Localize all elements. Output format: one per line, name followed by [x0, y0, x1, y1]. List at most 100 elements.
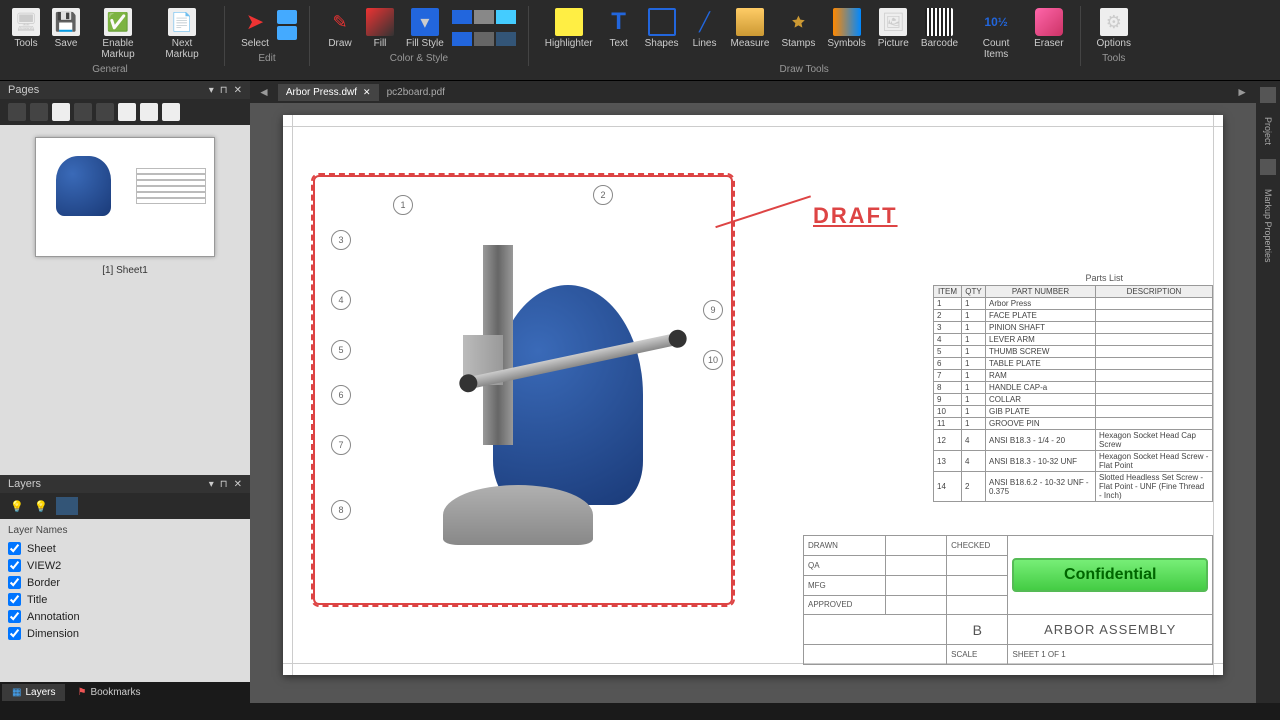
layer-row[interactable]: Sheet: [8, 540, 242, 557]
tab-bookmarks[interactable]: ⚑Bookmarks: [67, 684, 150, 701]
barcode-button[interactable]: Barcode: [917, 6, 962, 62]
style-swatch-4[interactable]: [452, 32, 472, 46]
layer-visibility-checkbox[interactable]: [8, 627, 21, 640]
next-markup-button[interactable]: 📄Next Markup: [152, 6, 212, 62]
pages-btn-5[interactable]: [96, 103, 114, 121]
layer-bulb-on-icon[interactable]: 💡: [8, 497, 26, 515]
pages-btn-8[interactable]: [162, 103, 180, 121]
table-row: 81HANDLE CAP-a: [934, 382, 1213, 394]
col-desc: DESCRIPTION: [1096, 286, 1213, 298]
layer-visibility-checkbox[interactable]: [8, 576, 21, 589]
layers-dropdown-icon[interactable]: ▾: [209, 479, 214, 490]
pages-btn-3[interactable]: [52, 103, 70, 121]
style-swatch-6[interactable]: [496, 32, 516, 46]
parts-list-title: Parts List: [1085, 273, 1123, 283]
doc-tab-2[interactable]: pc2board.pdf: [379, 84, 453, 101]
layers-list: Layer Names SheetVIEW2BorderTitleAnnotat…: [0, 519, 250, 682]
pages-btn-1[interactable]: [8, 103, 26, 121]
picture-icon: 🖼: [879, 8, 907, 36]
layer-row[interactable]: Title: [8, 591, 242, 608]
doc-tab-active[interactable]: Arbor Press.dwf✕: [278, 84, 379, 101]
shapes-icon: [648, 8, 676, 36]
layer-row[interactable]: Dimension: [8, 625, 242, 642]
table-row: 41LEVER ARM: [934, 334, 1213, 346]
layer-row[interactable]: Annotation: [8, 608, 242, 625]
table-row: 91COLLAR: [934, 394, 1213, 406]
lines-button[interactable]: ╱Lines: [687, 6, 723, 62]
layers-pin-icon[interactable]: ⊓: [220, 479, 228, 490]
fill-style-button[interactable]: ▾Fill Style: [402, 6, 448, 51]
pages-toolbar: [0, 99, 250, 125]
style-swatch-2[interactable]: [474, 10, 494, 24]
ribbon-group-color-style: ✎Draw Fill ▾Fill Style Color & Style: [322, 6, 516, 67]
tab-nav-left-icon[interactable]: ◄: [250, 85, 278, 99]
stamps-button[interactable]: 🟊Stamps: [777, 6, 819, 62]
options-button[interactable]: ⚙Options: [1093, 6, 1135, 51]
canvas-viewport[interactable]: DRAFT 1 2 3 4 5 6 7 8 9 10: [250, 103, 1256, 703]
pencil-icon: ✎: [326, 8, 354, 36]
pages-btn-6[interactable]: [118, 103, 136, 121]
layers-close-icon[interactable]: ✕: [234, 479, 242, 490]
measure-button[interactable]: Measure: [727, 6, 774, 62]
right-rail-icon-1[interactable]: [1260, 87, 1276, 103]
text-button[interactable]: TText: [601, 6, 637, 62]
picture-button[interactable]: 🖼Picture: [874, 6, 913, 62]
undo-button[interactable]: [277, 10, 297, 24]
symbols-button[interactable]: Symbols: [823, 6, 869, 62]
fill-style-icon: ▾: [411, 8, 439, 36]
right-tab-project[interactable]: Project: [1261, 111, 1275, 151]
pages-btn-2[interactable]: [30, 103, 48, 121]
select-button[interactable]: ➤Select: [237, 6, 273, 51]
thumb-label: [1] Sheet1: [12, 265, 238, 276]
left-sidebar: Pages ▾ ⊓ ✕ [1] Sheet1 Layers: [0, 81, 250, 703]
style-swatch-3[interactable]: [496, 10, 516, 24]
ruler-right: [1213, 115, 1223, 675]
draft-stamp[interactable]: DRAFT: [813, 203, 898, 229]
pages-btn-4[interactable]: [74, 103, 92, 121]
fill-button[interactable]: Fill: [362, 6, 398, 51]
layer-visibility-checkbox[interactable]: [8, 542, 21, 555]
eraser-button[interactable]: Eraser: [1030, 6, 1067, 62]
tools-icon: 🖥: [12, 8, 40, 36]
next-markup-icon: 📄: [168, 8, 196, 36]
table-row: 31PINION SHAFT: [934, 322, 1213, 334]
fill-icon: [366, 8, 394, 36]
style-swatch-1[interactable]: [452, 10, 472, 24]
document-tab-bar: ◄ Arbor Press.dwf✕ pc2board.pdf ►: [250, 81, 1256, 103]
tab-nav-right-icon[interactable]: ►: [1228, 85, 1256, 99]
enable-markup-button[interactable]: ✅Enable Markup: [88, 6, 148, 62]
draw-color-button[interactable]: ✎Draw: [322, 6, 358, 51]
redo-button[interactable]: [277, 26, 297, 40]
confidential-stamp[interactable]: Confidential: [1012, 558, 1208, 592]
style-swatch-5[interactable]: [474, 32, 494, 46]
col-item: ITEM: [934, 286, 962, 298]
table-row: 111GROOVE PIN: [934, 418, 1213, 430]
tb-size-val: B: [947, 615, 1008, 645]
panel-close-icon[interactable]: ✕: [234, 85, 242, 96]
ruler-left: [283, 115, 293, 675]
pages-btn-7[interactable]: [140, 103, 158, 121]
layer-row[interactable]: Border: [8, 574, 242, 591]
save-button[interactable]: 💾Save: [48, 6, 84, 62]
right-tab-markup-props[interactable]: Markup Properties: [1261, 183, 1275, 269]
layer-visibility-checkbox[interactable]: [8, 593, 21, 606]
ribbon-group-tools: ⚙Options Tools: [1093, 6, 1135, 67]
layer-row[interactable]: VIEW2: [8, 557, 242, 574]
right-rail: Project Markup Properties: [1256, 81, 1280, 703]
panel-pin-icon[interactable]: ⊓: [220, 85, 228, 96]
shapes-button[interactable]: Shapes: [641, 6, 683, 62]
layer-bulb-off-icon[interactable]: 💡: [32, 497, 50, 515]
layer-visibility-checkbox[interactable]: [8, 559, 21, 572]
table-row: 51THUMB SCREW: [934, 346, 1213, 358]
ruler-top: [283, 115, 1223, 127]
count-button[interactable]: 10½Count Items: [966, 6, 1026, 62]
layer-settings-icon[interactable]: [56, 497, 78, 515]
page-thumbnail-1[interactable]: [35, 137, 215, 257]
panel-dropdown-icon[interactable]: ▾: [209, 85, 214, 96]
right-rail-icon-2[interactable]: [1260, 159, 1276, 175]
tools-button[interactable]: 🖥Tools: [8, 6, 44, 62]
tab-layers[interactable]: ▦Layers: [2, 684, 65, 701]
close-tab-icon[interactable]: ✕: [363, 87, 371, 98]
highlighter-button[interactable]: Highlighter: [541, 6, 597, 62]
layer-visibility-checkbox[interactable]: [8, 610, 21, 623]
